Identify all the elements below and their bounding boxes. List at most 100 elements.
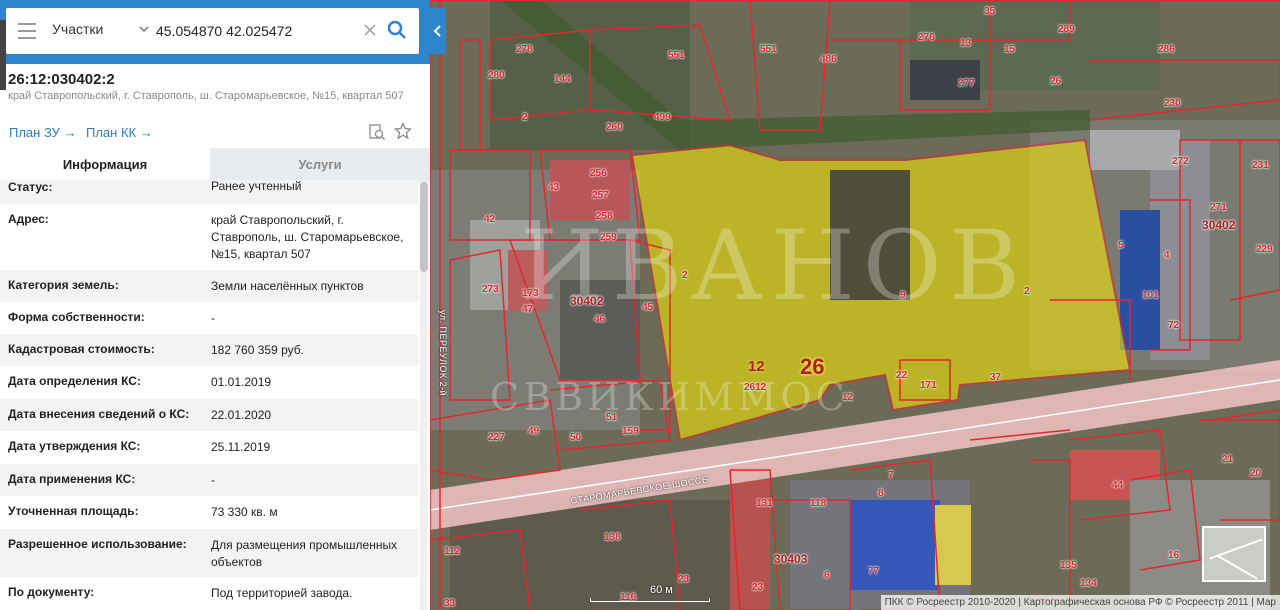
tab-services[interactable]: Услуги [210,148,430,182]
search-box: Участки [6,8,419,54]
info-row-permitted-use: Разрешенное использование: Для размещени… [0,529,418,577]
plot-label: 101 [1142,290,1159,301]
plan-kk-link[interactable]: План КК → [86,125,153,140]
plot-label: 112 [444,546,461,557]
info-row-status: Статус: Ранее учтенный [0,180,418,204]
plot-label: 289 [1058,24,1075,35]
info-value: 73 330 кв. м [211,505,278,519]
plot-label: 276 [918,32,935,43]
info-value: 182 760 359 руб. [211,343,304,357]
plot-label: 47 [522,304,534,315]
plot-label: 8 [878,488,884,499]
info-value: 25.11.2019 [211,440,271,454]
menu-icon[interactable] [18,23,36,39]
info-row-address: Адрес: край Ставропольский, г. Ставропол… [0,204,418,270]
parcel-address: край Ставропольский, г. Ставрополь, ш. С… [8,90,404,102]
plot-label: 51 [606,412,618,423]
plot-label: 131 [756,498,773,509]
quarter-label: 30402 [1202,218,1236,232]
info-row-ks-entry-date: Дата внесения сведений о КС: 22.01.2020 [0,399,418,431]
plot-label: 171 [920,380,937,391]
map-attribution: ПКК © Росреестр 2010-2020 | Картографиче… [880,595,1280,610]
info-key: Дата применения КС: [8,472,136,486]
info-value: 01.01.2019 [211,375,272,389]
plot-label: 6 [824,570,830,581]
plot-label: 272 [1172,156,1189,167]
map-scale: 60 м [590,584,710,606]
plot-label: 43 [548,182,560,193]
info-key: Дата утверждения КС: [8,439,141,453]
plot-label: 273 [482,284,499,295]
plot-label: 144 [554,74,571,85]
plot-label: 227 [488,432,505,443]
info-value: Для размещения промышленных объектов [211,538,398,569]
selected-parcel-label: 26 [800,354,825,379]
plot-label: 551 [668,50,685,61]
layer-select-value: Участки [52,21,104,37]
plot-label: 15 [1004,44,1016,55]
chevron-down-icon [139,26,149,33]
info-key: Адрес: [8,212,49,226]
plot-label: 138 [604,532,621,543]
search-icon[interactable] [387,20,407,40]
plot-label: 278 [516,44,533,55]
info-value: Ранее учтенный [211,180,302,193]
close-icon[interactable] [362,22,378,38]
star-icon[interactable] [394,122,412,140]
plot-label: 2612 [744,382,767,393]
info-value: Под территорией завода. [211,586,353,600]
plot-label: 13 [960,38,972,49]
plot-label: 2 [522,112,528,123]
tab-information[interactable]: Информация [0,148,210,182]
search-input[interactable] [156,18,356,44]
plot-label: 20 [1250,468,1262,479]
document-search-icon[interactable] [368,123,386,141]
plot-label: 486 [820,54,837,65]
plot-label: 159 [622,426,639,437]
plot-label: 77 [868,566,880,577]
minimap[interactable] [1202,526,1266,582]
plot-label: 2 [1024,286,1030,297]
info-row-ks-application-date: Дата применения КС: - [0,464,418,496]
info-row-ks-determination-date: Дата определения КС: 01.01.2019 [0,366,418,399]
plot-label: 21 [1222,454,1234,465]
plot-label: 50 [570,432,582,443]
plot-label: 258 [596,211,613,222]
plot-label: 22 [896,370,908,381]
plot-label: 23 [752,582,764,593]
info-key: Дата определения КС: [8,374,141,388]
plot-label: 49 [528,426,540,437]
info-row-cadastral-value: Кадастровая стоимость: 182 760 359 руб. [0,334,418,366]
info-row-ownership: Форма собственности: - [0,302,418,334]
plot-label: 134 [1080,578,1097,589]
map-view[interactable]: ИВАНОВ СВВИКИММОС 278 280 144 551 551 48… [430,0,1280,610]
plot-label: 7 [888,470,894,481]
plot-label: 12 [842,392,854,403]
scrollbar-thumb[interactable] [420,182,428,272]
collapse-panel-button[interactable] [430,8,446,54]
plot-label: 12 [748,358,765,375]
plot-label: 229 [1256,244,1273,255]
plot-label: 33 [444,598,456,609]
plot-label: 256 [590,168,607,179]
plot-label: 230 [1164,98,1181,109]
plot-label: 37 [990,372,1002,383]
plot-label: 231 [1252,160,1269,171]
plot-label: 259 [600,232,617,243]
side-strip [0,20,6,90]
info-row-ks-approval-date: Дата утверждения КС: 25.11.2019 [0,431,418,464]
info-key: Категория земель: [8,278,119,292]
plot-label: 271 [1210,202,1227,213]
layer-select[interactable]: Участки [52,21,152,41]
info-table: Статус: Ранее учтенный Адрес: край Ставр… [0,180,418,610]
plot-label: 499 [654,112,671,123]
street-label: ул. ПЕРЕУЛОК 2-й [438,310,448,397]
plot-label: 2 [682,270,688,281]
plot-label: 44 [1112,480,1124,491]
info-key: Форма собственности: [8,310,145,324]
map-watermark-sub: СВВИКИММОС [490,375,849,419]
info-row-land-category: Категория земель: Земли населённых пункт… [0,270,418,302]
plan-zu-link[interactable]: План ЗУ → [9,125,77,140]
quarter-label: 30403 [774,552,808,566]
plot-label: 9 [900,290,906,301]
